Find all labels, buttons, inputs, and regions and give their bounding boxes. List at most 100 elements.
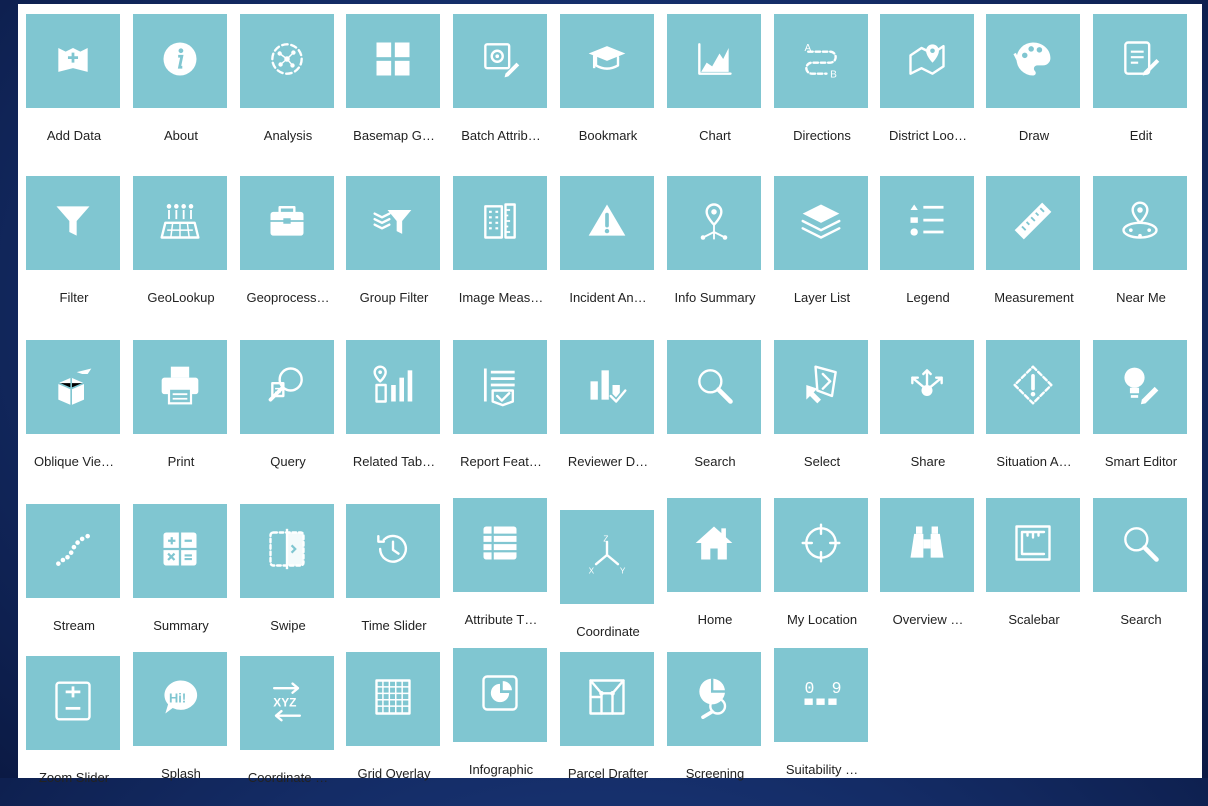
widget-reviewer-d[interactable]: Reviewer D…	[560, 340, 656, 490]
widget-draw[interactable]: Draw	[986, 14, 1082, 164]
widget-tile[interactable]	[667, 176, 761, 270]
widget-tile[interactable]	[26, 504, 120, 598]
widget-tile[interactable]	[986, 340, 1080, 434]
widget-tile[interactable]	[1093, 340, 1187, 434]
widget-basemap-g[interactable]: Basemap G…	[346, 14, 442, 164]
widget-tile[interactable]	[880, 14, 974, 108]
widget-oblique-vie[interactable]: Oblique Vie…	[26, 340, 122, 490]
widget-splash[interactable]: Hi! Splash	[133, 652, 229, 802]
widget-tile[interactable]	[774, 340, 868, 434]
widget-tile[interactable]	[346, 340, 440, 434]
widget-tile[interactable]	[346, 176, 440, 270]
widget-tile[interactable]	[1093, 176, 1187, 270]
widget-smart-editor[interactable]: Smart Editor	[1093, 340, 1189, 490]
widget-report-feat[interactable]: Report Feat…	[453, 340, 549, 490]
widget-geoprocess[interactable]: Geoprocess…	[240, 176, 336, 326]
widget-screening[interactable]: Screening	[667, 652, 763, 802]
widget-parcel-drafter[interactable]: Parcel Drafter	[560, 652, 656, 802]
widget-coordinate[interactable]: XYZ Coordinate …	[240, 656, 336, 806]
widget-tile[interactable]	[774, 498, 868, 592]
widget-tile[interactable]	[774, 176, 868, 270]
widget-tile[interactable]	[560, 340, 654, 434]
widget-tile[interactable]	[880, 176, 974, 270]
widget-bookmark[interactable]: Bookmark	[560, 14, 656, 164]
widget-group-filter[interactable]: Group Filter	[346, 176, 442, 326]
widget-tile[interactable]	[560, 14, 654, 108]
widget-tile[interactable]	[240, 504, 334, 598]
widget-tile[interactable]	[453, 14, 547, 108]
widget-tile[interactable]: AB	[774, 14, 868, 108]
widget-attribute-t[interactable]: Attribute T…	[453, 498, 549, 648]
widget-layer-list[interactable]: Layer List	[774, 176, 870, 326]
widget-scalebar[interactable]: Scalebar	[986, 498, 1082, 648]
widget-edit[interactable]: Edit	[1093, 14, 1189, 164]
widget-near-me[interactable]: Near Me	[1093, 176, 1189, 326]
widget-tile[interactable]	[240, 340, 334, 434]
widget-tile[interactable]	[26, 656, 120, 750]
widget-share[interactable]: Share	[880, 340, 976, 490]
widget-analysis[interactable]: Analysis	[240, 14, 336, 164]
widget-tile[interactable]	[667, 652, 761, 746]
widget-tile[interactable]	[667, 340, 761, 434]
widget-image-meas[interactable]: Image Meas…	[453, 176, 549, 326]
widget-filter[interactable]: Filter	[26, 176, 122, 326]
widget-suitability[interactable]: 0 9 Suitability …	[774, 648, 870, 798]
widget-tile[interactable]	[26, 340, 120, 434]
widget-swipe[interactable]: Swipe	[240, 504, 336, 654]
widget-tile[interactable]	[133, 340, 227, 434]
widget-time-slider[interactable]: Time Slider	[346, 504, 442, 654]
widget-tile[interactable]: Hi!	[133, 652, 227, 746]
widget-tile[interactable]: XYZ	[240, 656, 334, 750]
widget-tile[interactable]	[453, 340, 547, 434]
widget-add-data[interactable]: Add Data	[26, 14, 122, 164]
widget-tile[interactable]	[133, 504, 227, 598]
widget-tile[interactable]: Z X Y	[560, 510, 654, 604]
widget-home[interactable]: Home	[667, 498, 763, 648]
widget-tile[interactable]	[560, 176, 654, 270]
widget-chart[interactable]: Chart	[667, 14, 763, 164]
widget-batch-attrib[interactable]: Batch Attrib…	[453, 14, 549, 164]
widget-directions[interactable]: A B Directions	[774, 14, 870, 164]
widget-tile[interactable]: 0 9	[774, 648, 868, 742]
widget-stream[interactable]: Stream	[26, 504, 122, 654]
widget-tile[interactable]	[240, 14, 334, 108]
widget-tile[interactable]	[986, 498, 1080, 592]
widget-overview[interactable]: Overview …	[880, 498, 976, 648]
widget-tile[interactable]	[560, 652, 654, 746]
widget-search[interactable]: Search	[667, 340, 763, 490]
widget-situation-a[interactable]: Situation A…	[986, 340, 1082, 490]
widget-legend[interactable]: Legend	[880, 176, 976, 326]
widget-tile[interactable]	[880, 340, 974, 434]
widget-info-summary[interactable]: Info Summary	[667, 176, 763, 326]
widget-tile[interactable]	[346, 14, 440, 108]
widget-tile[interactable]	[240, 176, 334, 270]
widget-tile[interactable]	[986, 176, 1080, 270]
widget-tile[interactable]	[880, 498, 974, 592]
widget-my-location[interactable]: My Location	[774, 498, 870, 648]
widget-tile[interactable]	[1093, 498, 1187, 592]
widget-search[interactable]: Search	[1093, 498, 1189, 648]
widget-infographic[interactable]: Infographic	[453, 648, 549, 798]
widget-about[interactable]: About	[133, 14, 229, 164]
widget-geolookup[interactable]: GeoLookup	[133, 176, 229, 326]
widget-zoom-slider[interactable]: Zoom Slider	[26, 656, 122, 806]
widget-tile[interactable]	[26, 176, 120, 270]
widget-tile[interactable]	[453, 498, 547, 592]
widget-incident-an[interactable]: Incident An…	[560, 176, 656, 326]
widget-summary[interactable]: Summary	[133, 504, 229, 654]
widget-grid-overlay[interactable]: Grid Overlay	[346, 652, 442, 802]
widget-related-tab[interactable]: Related Tab…	[346, 340, 442, 490]
widget-tile[interactable]	[1093, 14, 1187, 108]
widget-select[interactable]: Select	[774, 340, 870, 490]
widget-tile[interactable]	[453, 648, 547, 742]
widget-tile[interactable]	[986, 14, 1080, 108]
widget-tile[interactable]	[346, 652, 440, 746]
widget-tile[interactable]	[133, 176, 227, 270]
widget-measurement[interactable]: Measurement	[986, 176, 1082, 326]
widget-tile[interactable]	[26, 14, 120, 108]
widget-tile[interactable]	[667, 14, 761, 108]
widget-tile[interactable]	[346, 504, 440, 598]
widget-print[interactable]: Print	[133, 340, 229, 490]
widget-query[interactable]: Query	[240, 340, 336, 490]
widget-district-loo[interactable]: District Loo…	[880, 14, 976, 164]
